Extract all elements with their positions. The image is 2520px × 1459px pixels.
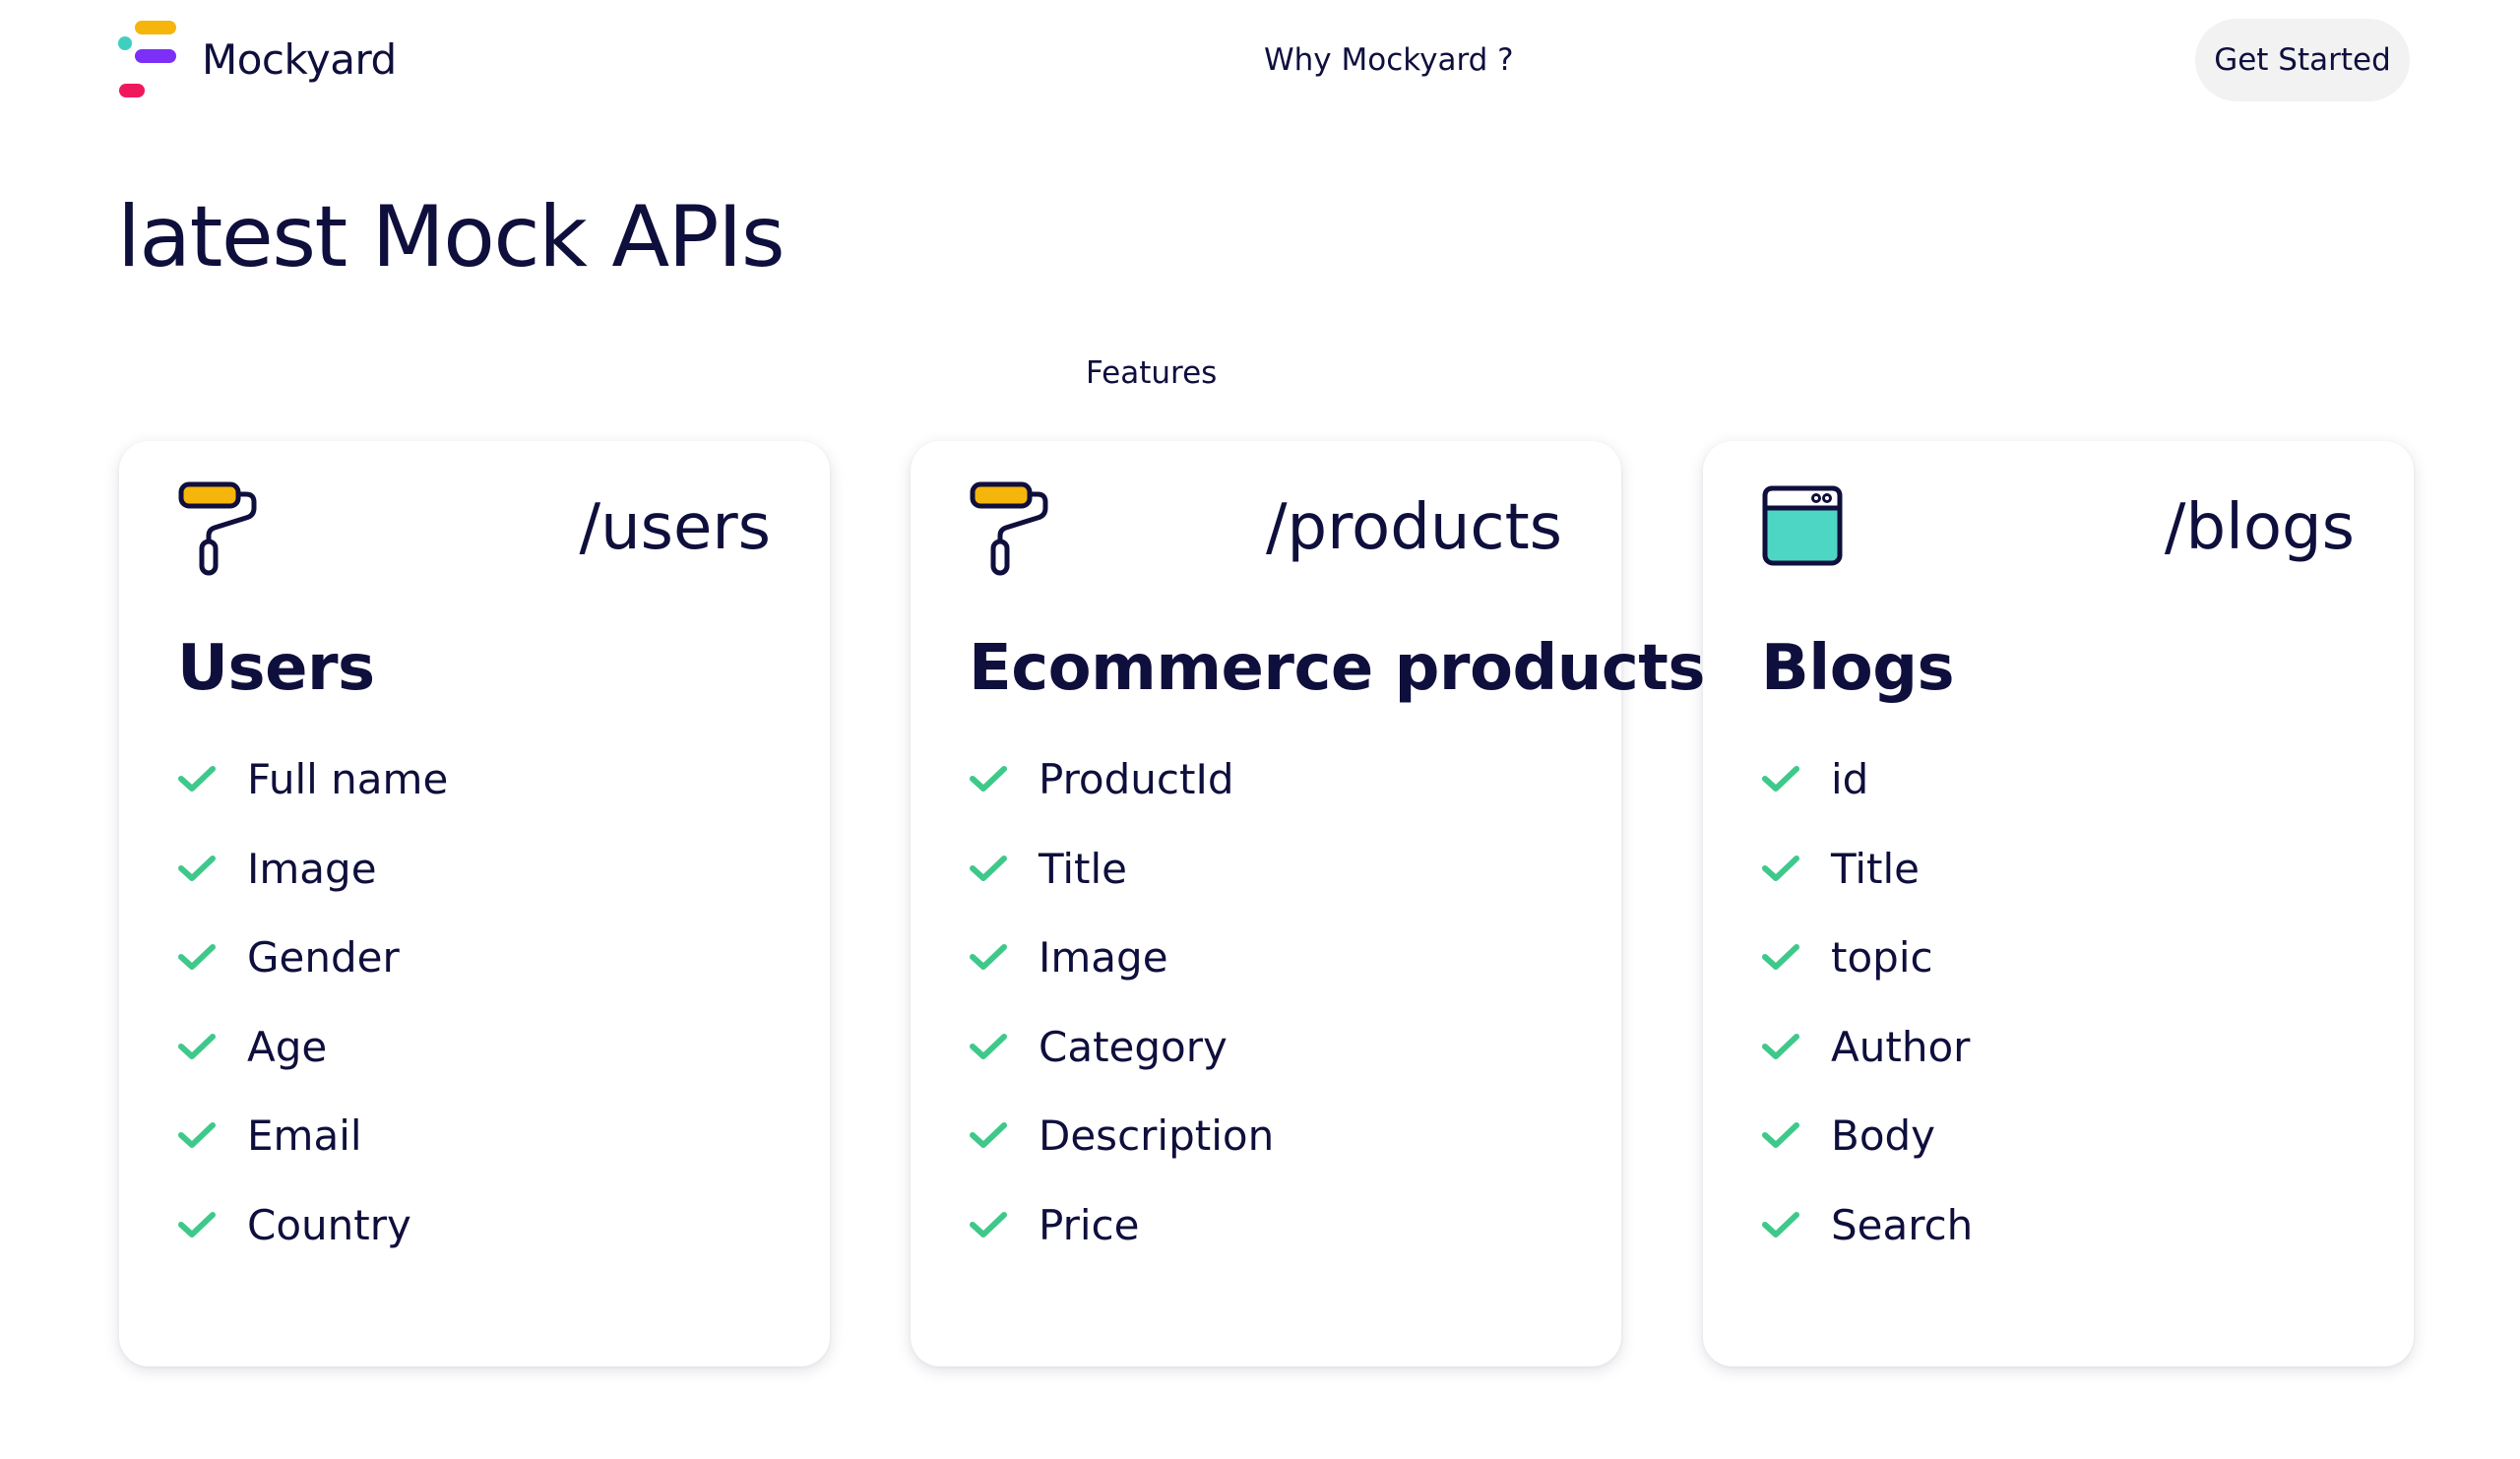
list-item: Age <box>177 1022 448 1111</box>
feature-label: Country <box>247 1200 411 1249</box>
mockyard-logo-icon[interactable] <box>117 19 178 99</box>
list-item: Image <box>969 932 1274 1022</box>
check-icon <box>178 1033 216 1059</box>
feature-list: Full name Image Gender Age Email Country <box>177 754 448 1289</box>
check-icon <box>178 855 216 881</box>
feature-label: Title <box>1831 844 1921 893</box>
feature-label: Age <box>247 1022 328 1071</box>
check-icon <box>1762 944 1799 970</box>
list-item: Search <box>1761 1200 1973 1290</box>
feature-label: ProductId <box>1039 755 1234 803</box>
list-item: Country <box>177 1200 448 1290</box>
list-item: Full name <box>177 754 448 844</box>
feature-label: Category <box>1039 1022 1228 1071</box>
api-card-users[interactable]: /users Users Full name Image Gender Age … <box>119 441 830 1366</box>
feature-list: id Title topic Author Body Search <box>1761 754 1973 1289</box>
list-item: Image <box>177 844 448 933</box>
check-icon <box>178 1211 216 1237</box>
list-item: Title <box>1761 844 1973 933</box>
get-started-button[interactable]: Get Started <box>2195 19 2410 101</box>
list-item: ProductId <box>969 754 1274 844</box>
api-card-blogs[interactable]: /blogs Blogs id Title topic Author Body … <box>1703 441 2414 1366</box>
check-icon <box>1762 1211 1799 1237</box>
card-title: Users <box>177 632 375 705</box>
check-icon <box>970 944 1007 970</box>
list-item: Title <box>969 844 1274 933</box>
list-item: Email <box>177 1110 448 1200</box>
list-item: Body <box>1761 1110 1973 1200</box>
feature-label: Full name <box>247 755 449 803</box>
check-icon <box>970 1033 1007 1059</box>
feature-list: ProductId Title Image Category Descripti… <box>969 754 1274 1289</box>
feature-label: id <box>1831 755 1869 803</box>
list-item: Price <box>969 1200 1274 1290</box>
feature-label: Image <box>247 844 377 893</box>
browser-window-icon <box>1761 480 1846 577</box>
check-icon <box>970 1122 1007 1148</box>
list-item: id <box>1761 754 1973 844</box>
feature-label: Gender <box>247 933 400 982</box>
page-title: latest Mock APIs <box>117 188 786 286</box>
feature-label: Description <box>1039 1111 1275 1160</box>
brand-name[interactable]: Mockyard <box>202 32 397 88</box>
feature-label: Author <box>1831 1022 1971 1071</box>
feature-label: topic <box>1831 933 1933 982</box>
feature-label: Search <box>1831 1200 1974 1249</box>
check-icon <box>1762 1122 1799 1148</box>
card-title: Blogs <box>1761 632 1955 705</box>
card-title: Ecommerce products <box>969 632 1705 705</box>
api-card-products[interactable]: /products Ecommerce products ProductId T… <box>911 441 1705 1366</box>
list-item: Gender <box>177 932 448 1022</box>
feature-label: Body <box>1831 1111 1936 1160</box>
paint-roller-icon <box>969 480 1053 577</box>
endpoint-path: /blogs <box>2164 491 2355 564</box>
check-icon <box>970 1211 1007 1237</box>
feature-label: Image <box>1039 933 1168 982</box>
top-navbar: Mockyard Features Why Mockyard ? Get Sta… <box>0 0 2520 391</box>
check-icon <box>1762 766 1799 792</box>
list-item: Description <box>969 1110 1274 1200</box>
nav-link-features[interactable]: Features <box>1086 350 1217 396</box>
endpoint-path: /products <box>1265 491 1562 564</box>
check-icon <box>178 766 216 792</box>
check-icon <box>1762 1033 1799 1059</box>
check-icon <box>178 944 216 970</box>
check-icon <box>970 855 1007 881</box>
list-item: Category <box>969 1022 1274 1111</box>
paint-roller-icon <box>177 480 262 577</box>
feature-label: Price <box>1039 1200 1140 1249</box>
feature-label: Title <box>1039 844 1128 893</box>
endpoint-path: /users <box>579 491 772 564</box>
list-item: Author <box>1761 1022 1973 1111</box>
list-item: topic <box>1761 932 1973 1022</box>
nav-link-why-mockyard[interactable]: Why Mockyard ? <box>1264 37 1514 83</box>
check-icon <box>178 1122 216 1148</box>
check-icon <box>1762 855 1799 881</box>
check-icon <box>970 766 1007 792</box>
feature-label: Email <box>247 1111 362 1160</box>
